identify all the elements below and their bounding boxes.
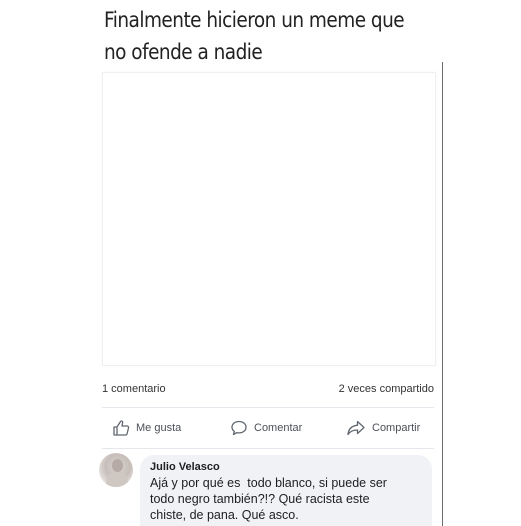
- post-title-line: no ofende a nadie: [104, 40, 263, 64]
- meme-image-blank[interactable]: [102, 72, 436, 366]
- divider: [102, 407, 434, 408]
- post-actions: Me gusta Comentar Compartir: [102, 415, 434, 441]
- share-label: Compartir: [372, 422, 421, 434]
- post-stats: 1 comentario 2 veces compartido: [102, 383, 434, 399]
- speech-bubble-icon: [230, 419, 248, 437]
- share-count[interactable]: 2 veces compartido: [339, 383, 434, 395]
- like-button[interactable]: Me gusta: [112, 415, 181, 441]
- comment-count[interactable]: 1 comentario: [102, 383, 166, 395]
- post-title: Finalmente hicieron un meme que no ofend…: [104, 4, 405, 68]
- comment: Julio Velasco Ajá y por qué es todo blan…: [99, 453, 434, 526]
- comment-label: Comentar: [254, 422, 303, 434]
- share-button[interactable]: Compartir: [346, 415, 420, 441]
- comment-text-line: Ajá y por qué es todo blanco, si puede s…: [150, 476, 387, 490]
- share-arrow-icon: [346, 419, 366, 437]
- comment-text-line: todo negro también?!? Qué racista este: [150, 492, 370, 506]
- avatar[interactable]: [99, 453, 133, 487]
- comment-author[interactable]: Julio Velasco: [150, 460, 422, 474]
- comment-bubble: Julio Velasco Ajá y por qué es todo blan…: [140, 455, 432, 526]
- avatar-head-shape: [112, 459, 123, 472]
- right-border-line: [442, 62, 443, 526]
- post-title-line: Finalmente hicieron un meme que: [104, 8, 405, 32]
- comment-text-line: chiste, de pana. Qué asco.: [150, 508, 299, 522]
- avatar-body-shape: [106, 472, 128, 487]
- thumbs-up-icon: [112, 419, 130, 437]
- comment-button[interactable]: Comentar: [230, 415, 302, 441]
- like-label: Me gusta: [136, 422, 182, 434]
- divider: [102, 448, 434, 449]
